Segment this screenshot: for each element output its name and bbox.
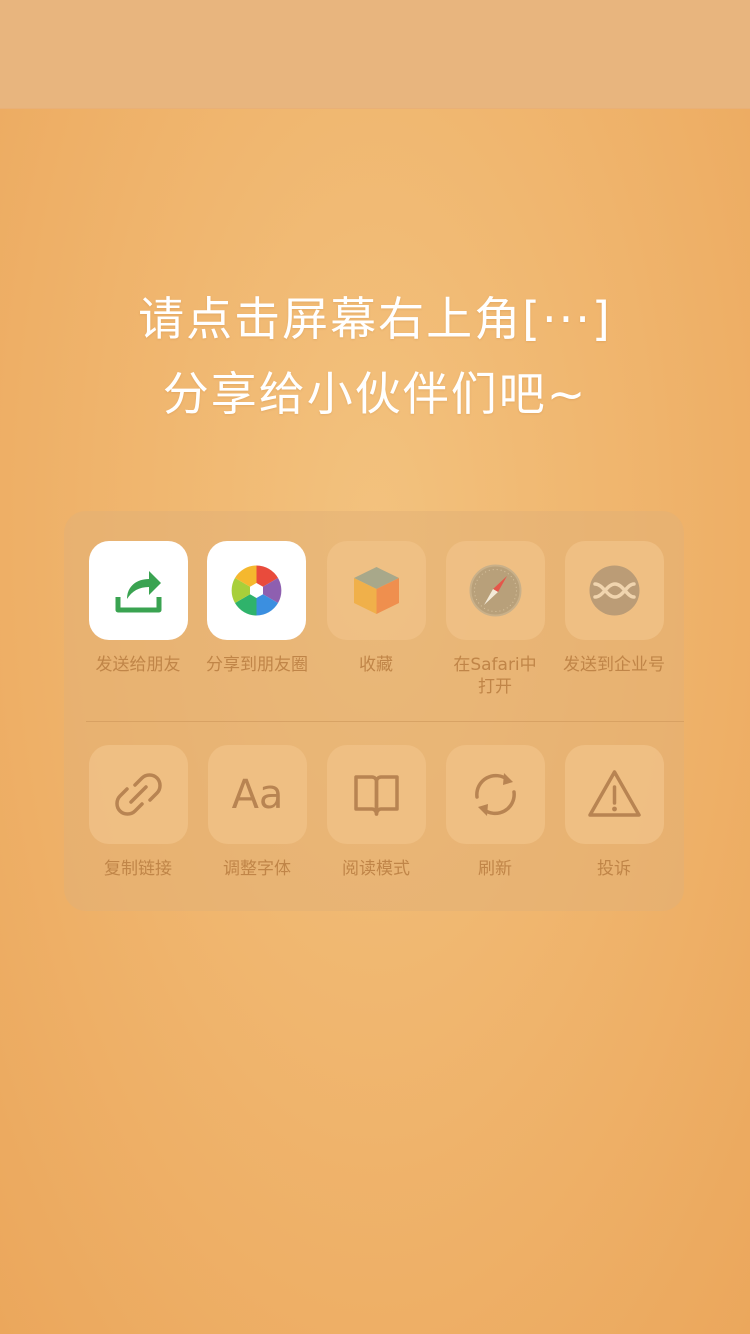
headline-line-1: 请点击屏幕右上角[···] (138, 292, 612, 346)
favorites-label: 收藏 (359, 655, 393, 675)
send-to-enterprise-button[interactable] (565, 541, 664, 640)
top-bar (0, 0, 750, 109)
open-in-safari-label-line2: 打开 (478, 677, 512, 697)
link-icon (115, 773, 162, 816)
open-in-safari-label-line1: 在Safari中 (453, 655, 537, 675)
send-to-friend-label: 发送给朋友 (95, 655, 181, 675)
svg-text:Aa: Aa (232, 772, 284, 818)
report-label: 投诉 (597, 859, 631, 879)
row-divider (86, 721, 684, 722)
headline-line-2: 分享给小伙伴们吧~ (162, 367, 588, 421)
send-to-friend-icon (115, 571, 162, 613)
font-size-icon: Aa (232, 772, 284, 818)
safari-compass-icon (469, 564, 522, 617)
reading-mode-label: 阅读模式 (342, 859, 410, 879)
send-to-enterprise-label: 发送到企业号 (563, 655, 665, 675)
share-to-moments-button[interactable] (207, 541, 306, 640)
refresh-icon (475, 773, 516, 816)
report-button[interactable] (565, 745, 664, 844)
refresh-label: 刷新 (478, 859, 512, 879)
book-icon (354, 775, 399, 816)
reading-mode-button[interactable] (327, 745, 426, 844)
send-to-friend-button[interactable] (89, 541, 188, 640)
favorites-button[interactable] (327, 541, 426, 640)
copy-link-label: 复制链接 (104, 859, 172, 879)
favorites-cube-icon (354, 567, 399, 614)
enterprise-account-icon (589, 565, 640, 616)
open-in-safari-button[interactable] (446, 541, 545, 640)
adjust-font-label: 调整字体 (223, 859, 291, 879)
moments-icon (231, 565, 282, 616)
warning-icon (588, 770, 641, 817)
share-to-moments-label: 分享到朋友圈 (206, 655, 308, 675)
refresh-button[interactable] (446, 745, 545, 844)
copy-link-button[interactable] (89, 745, 188, 844)
adjust-font-button[interactable]: Aa (208, 745, 307, 844)
